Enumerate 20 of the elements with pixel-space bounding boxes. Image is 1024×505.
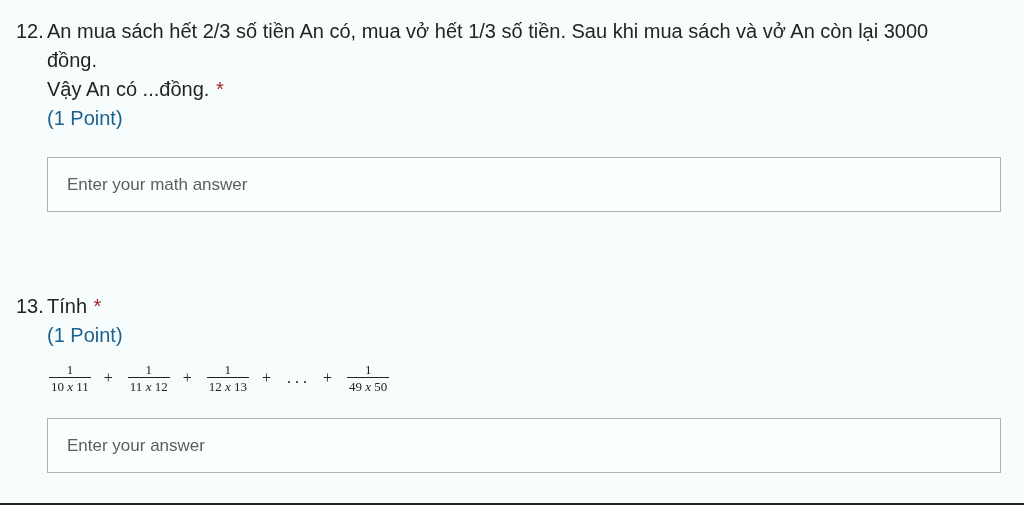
question-number: 12. bbox=[16, 19, 45, 44]
question-text: Tính bbox=[47, 295, 88, 317]
math-operator: . . . bbox=[286, 369, 308, 387]
required-mark: * bbox=[93, 295, 102, 317]
answer-field[interactable]: Enter your answer bbox=[47, 418, 1001, 473]
fraction: 1 11 x 12 bbox=[127, 362, 170, 394]
points-label: (1 Point) bbox=[47, 323, 124, 348]
points-label: (1 Point) bbox=[47, 106, 124, 131]
question-text: Vậy An có ...đồng. bbox=[47, 78, 210, 100]
math-operator: + bbox=[181, 369, 193, 387]
math-operator: + bbox=[102, 369, 114, 387]
fraction: 1 10 x 11 bbox=[49, 362, 91, 394]
fraction: 1 49 x 50 bbox=[347, 362, 390, 394]
fraction: 1 12 x 13 bbox=[206, 362, 249, 394]
question-number: 13. bbox=[16, 294, 45, 319]
math-operator: + bbox=[322, 369, 334, 387]
answer-field[interactable]: Enter your math answer bbox=[47, 157, 1001, 212]
required-mark: * bbox=[215, 78, 224, 100]
question-text: An mua sách hết 2/3 số tiền An có, mua vở hết 1/3 số tiền. Sau khi mua sách và vở An còn lại 3000 đồng. bbox=[47, 19, 930, 73]
math-operator: + bbox=[260, 369, 272, 387]
